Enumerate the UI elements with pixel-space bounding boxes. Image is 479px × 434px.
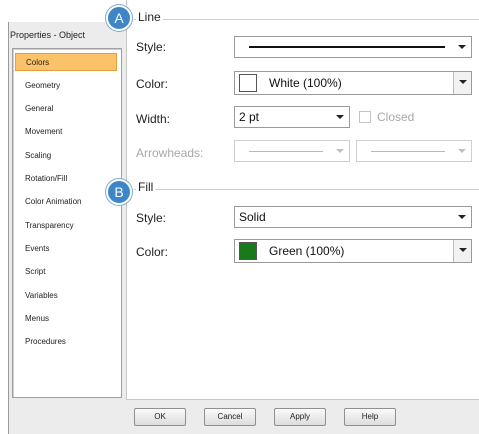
category-list: Colors Geometry General Movement Scaling… — [12, 48, 122, 398]
chevron-down-icon — [458, 149, 466, 153]
fill-color-swatch — [239, 242, 257, 260]
line-group-title: Line — [136, 10, 163, 24]
fill-group-divider — [134, 189, 479, 190]
chevron-down-icon — [458, 45, 466, 49]
line-style-dropdown[interactable] — [234, 36, 472, 58]
line-width-dropdown[interactable]: 2 pt — [234, 106, 350, 128]
window-title: Properties - Object — [10, 30, 86, 40]
fill-style-dropdown[interactable]: Solid — [234, 206, 472, 228]
fill-group-badge: B — [106, 179, 132, 205]
arrowheads-label: Arrowheads: — [136, 146, 204, 160]
chevron-down-icon — [336, 115, 344, 119]
line-color-value: White (100%) — [269, 76, 342, 90]
fill-style-value: Solid — [239, 210, 266, 224]
category-item-scaling[interactable]: Scaling — [15, 147, 117, 165]
category-item-events[interactable]: Events — [15, 240, 117, 258]
line-group-badge: A — [106, 5, 132, 31]
category-item-variables[interactable]: Variables — [15, 287, 117, 305]
fill-style-label: Style: — [136, 211, 167, 225]
fill-group-title: Fill — [136, 180, 156, 194]
ok-button[interactable]: OK — [134, 408, 186, 426]
fill-color-value: Green (100%) — [269, 244, 345, 258]
category-item-procedures[interactable]: Procedures — [15, 333, 117, 351]
chevron-down-icon — [336, 149, 344, 153]
category-item-color-animation[interactable]: Color Animation — [15, 193, 117, 211]
category-item-menus[interactable]: Menus — [15, 310, 117, 328]
fill-color-label: Color: — [136, 245, 169, 259]
category-item-geometry[interactable]: Geometry — [15, 77, 117, 95]
fill-color-dropdown-button — [453, 240, 471, 262]
chevron-down-icon — [459, 248, 467, 252]
category-item-transparency[interactable]: Transparency — [15, 217, 117, 235]
line-color-dropdown-button — [453, 72, 471, 94]
arrowhead-start-dropdown[interactable] — [234, 140, 350, 162]
line-color-dropdown[interactable]: White (100%) — [234, 71, 472, 95]
category-item-script[interactable]: Script — [15, 263, 117, 281]
closed-checkbox[interactable] — [359, 111, 371, 123]
properties-content-pane — [126, 0, 479, 400]
category-item-colors[interactable]: Colors — [15, 53, 117, 71]
arrowhead-end-sample — [371, 151, 445, 152]
apply-button[interactable]: Apply — [274, 408, 326, 426]
arrowhead-start-sample — [249, 151, 323, 152]
line-width-label: Width: — [136, 112, 171, 126]
chevron-down-icon — [459, 80, 467, 84]
category-item-movement[interactable]: Movement — [15, 123, 117, 141]
category-item-rotation-fill[interactable]: Rotation/Fill — [15, 170, 117, 188]
line-width-value: 2 pt — [239, 110, 260, 124]
line-style-label: Style: — [136, 40, 167, 54]
help-button[interactable]: Help — [344, 408, 396, 426]
chevron-down-icon — [458, 215, 466, 219]
line-color-swatch — [239, 74, 257, 92]
arrowhead-end-dropdown[interactable] — [356, 140, 472, 162]
line-style-sample — [249, 46, 445, 48]
line-color-label: Color: — [136, 77, 169, 91]
cancel-button[interactable]: Cancel — [204, 408, 256, 426]
category-item-general[interactable]: General — [15, 100, 117, 118]
closed-checkbox-label: Closed — [377, 110, 415, 124]
fill-color-dropdown[interactable]: Green (100%) — [234, 239, 472, 263]
line-group-divider — [134, 19, 479, 20]
